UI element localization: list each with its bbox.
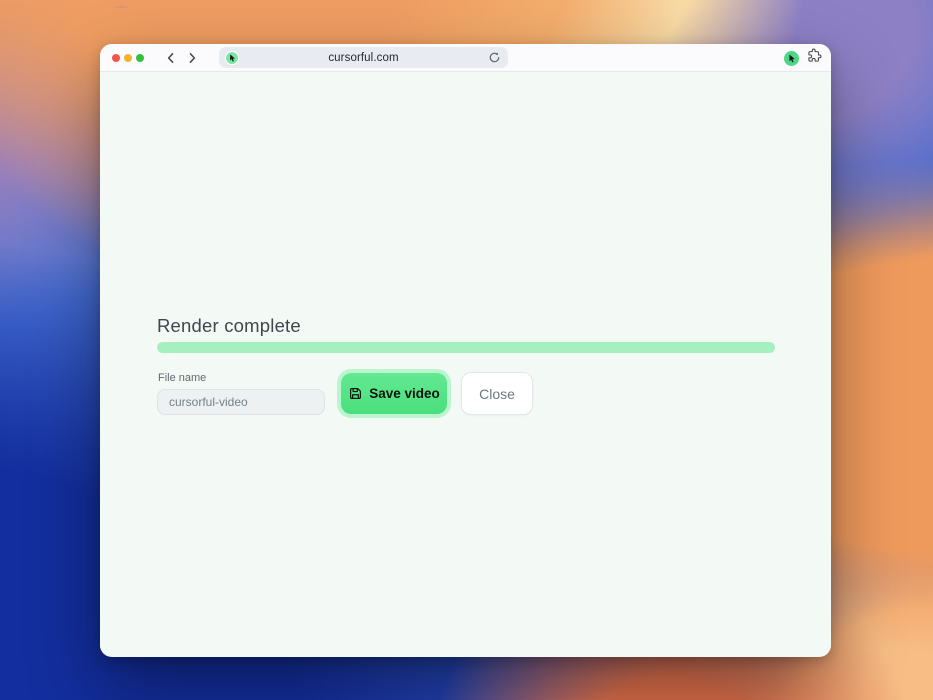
nav-buttons: [165, 52, 198, 64]
chevron-right-icon: [189, 52, 196, 63]
close-button[interactable]: Close: [461, 372, 533, 415]
save-video-label: Save video: [369, 386, 440, 401]
save-video-button[interactable]: Save video: [341, 373, 447, 414]
back-button[interactable]: [165, 52, 177, 64]
desktop-wallpaper: { "browser": { "url": "cursorful.com", "…: [0, 0, 933, 700]
browser-window: cursorful.com Render complete File name …: [100, 44, 831, 657]
page-title: Render complete: [157, 315, 301, 336]
minimize-window-button[interactable]: [124, 53, 132, 62]
cursorful-extension-icon[interactable]: [784, 50, 799, 66]
save-floppy-icon: [348, 386, 363, 401]
browser-toolbar: cursorful.com: [100, 44, 831, 72]
url-text: cursorful.com: [328, 51, 399, 64]
toolbar-extensions: [784, 44, 822, 72]
traffic-lights: [112, 53, 144, 62]
render-progress-bar: [157, 342, 775, 353]
chevron-left-icon: [167, 52, 174, 63]
close-label: Close: [479, 385, 515, 402]
file-name-label: File name: [158, 372, 207, 384]
close-window-button[interactable]: [112, 53, 120, 62]
forward-button[interactable]: [186, 52, 198, 64]
zoom-window-button[interactable]: [136, 53, 144, 62]
page-content: Render complete File name Save video Clo…: [100, 72, 831, 656]
reload-button[interactable]: [488, 51, 501, 69]
render-progress-fill: [157, 342, 775, 353]
file-name-input[interactable]: [157, 389, 325, 415]
puzzle-piece-icon[interactable]: [807, 48, 822, 68]
address-bar[interactable]: cursorful.com: [219, 47, 508, 68]
reload-icon: [489, 52, 500, 63]
